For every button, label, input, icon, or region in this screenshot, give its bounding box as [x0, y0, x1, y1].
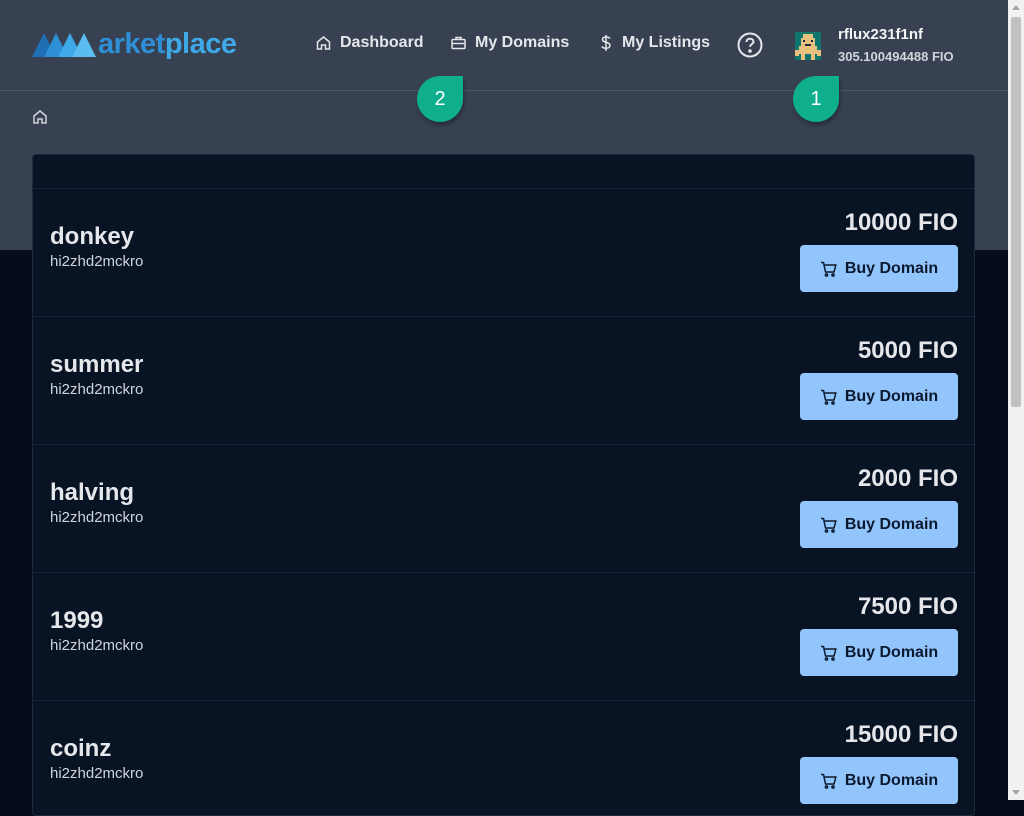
annotation-marker-1-label: 1	[810, 88, 822, 110]
scroll-down-arrow-icon[interactable]	[1012, 790, 1020, 795]
listing-row: 1999 hi2zhd2mckro 7500 FIO Buy Domain	[33, 573, 974, 701]
logo-text-part-b: place	[164, 27, 237, 60]
domain-price: 7500 FIO	[857, 593, 958, 620]
breadcrumb-home-icon[interactable]	[32, 109, 48, 125]
home-icon	[316, 36, 331, 50]
scrollbar-thumb[interactable]	[1011, 17, 1021, 407]
listing-row: halving hi2zhd2mckro 2000 FIO Buy Domain	[33, 445, 974, 573]
logo-m-icon	[32, 33, 96, 57]
briefcase-icon	[451, 36, 466, 50]
domain-owner: hi2zhd2mckro	[50, 381, 144, 398]
annotation-marker-2-label: 2	[434, 88, 446, 110]
buy-domain-label: Buy Domain	[844, 515, 939, 533]
domain-price: 5000 FIO	[857, 337, 958, 364]
cart-icon	[820, 773, 837, 789]
domain-name: donkey	[50, 223, 135, 250]
buy-domain-button[interactable]: Buy Domain	[800, 757, 958, 804]
domain-name: halving	[50, 479, 135, 506]
domain-name: 1999	[50, 607, 104, 634]
domain-owner: hi2zhd2mckro	[50, 253, 144, 270]
nav-dashboard[interactable]: Dashboard	[315, 34, 424, 52]
user-balance: 305.100494488 FIO	[838, 49, 954, 64]
annotation-marker-1: 1	[793, 76, 839, 122]
domain-price: 2000 FIO	[857, 465, 958, 492]
annotation-marker-2: 2	[417, 76, 463, 122]
listing-row: coinz hi2zhd2mckro 15000 FIO Buy Domain	[33, 701, 974, 815]
buy-domain-label: Buy Domain	[844, 643, 939, 661]
buy-domain-button[interactable]: Buy Domain	[800, 501, 958, 548]
nav-my-domains-label: My Domains	[475, 34, 570, 51]
buy-domain-label: Buy Domain	[844, 771, 939, 789]
domain-owner: hi2zhd2mckro	[50, 765, 144, 782]
buy-domain-button[interactable]: Buy Domain	[800, 373, 958, 420]
logo-text-part-a: arket	[98, 27, 165, 60]
pixel-avatar-icon[interactable]	[795, 32, 821, 60]
nav-my-listings-label: My Listings	[622, 34, 711, 51]
panel-header	[33, 155, 974, 189]
cart-icon	[820, 645, 837, 661]
help-circle-icon[interactable]	[737, 32, 763, 58]
nav-my-domains[interactable]: My Domains	[450, 34, 569, 52]
domain-name: coinz	[50, 735, 112, 762]
cart-icon	[820, 261, 837, 277]
vertical-scrollbar[interactable]	[1008, 0, 1024, 800]
domain-owner: hi2zhd2mckro	[50, 637, 144, 654]
domain-owner: hi2zhd2mckro	[50, 509, 144, 526]
buy-domain-button[interactable]: Buy Domain	[800, 245, 958, 292]
domain-price: 15000 FIO	[844, 721, 958, 748]
buy-domain-label: Buy Domain	[844, 387, 939, 405]
buy-domain-button[interactable]: Buy Domain	[800, 629, 958, 676]
listing-row: summer hi2zhd2mckro 5000 FIO Buy Domain	[33, 317, 974, 445]
nav-dashboard-label: Dashboard	[340, 34, 424, 51]
domain-price: 10000 FIO	[844, 209, 958, 236]
marketplace-logo[interactable]: arketplace	[32, 28, 237, 60]
domain-name: summer	[50, 351, 144, 378]
user-name[interactable]: rflux231f1nf	[838, 26, 923, 43]
domain-listings-panel: donkey hi2zhd2mckro 10000 FIO Buy Domain…	[32, 154, 975, 816]
scroll-up-arrow-icon[interactable]	[1012, 5, 1020, 10]
logo-text: arketplace	[98, 28, 237, 61]
dollar-icon	[601, 35, 611, 51]
cart-icon	[820, 389, 837, 405]
nav-my-listings[interactable]: My Listings	[598, 34, 710, 52]
top-navbar: arketplace Dashboard My Domains My Listi…	[0, 0, 1008, 91]
cart-icon	[820, 517, 837, 533]
buy-domain-label: Buy Domain	[844, 259, 939, 277]
listing-row: donkey hi2zhd2mckro 10000 FIO Buy Domain	[33, 189, 974, 317]
